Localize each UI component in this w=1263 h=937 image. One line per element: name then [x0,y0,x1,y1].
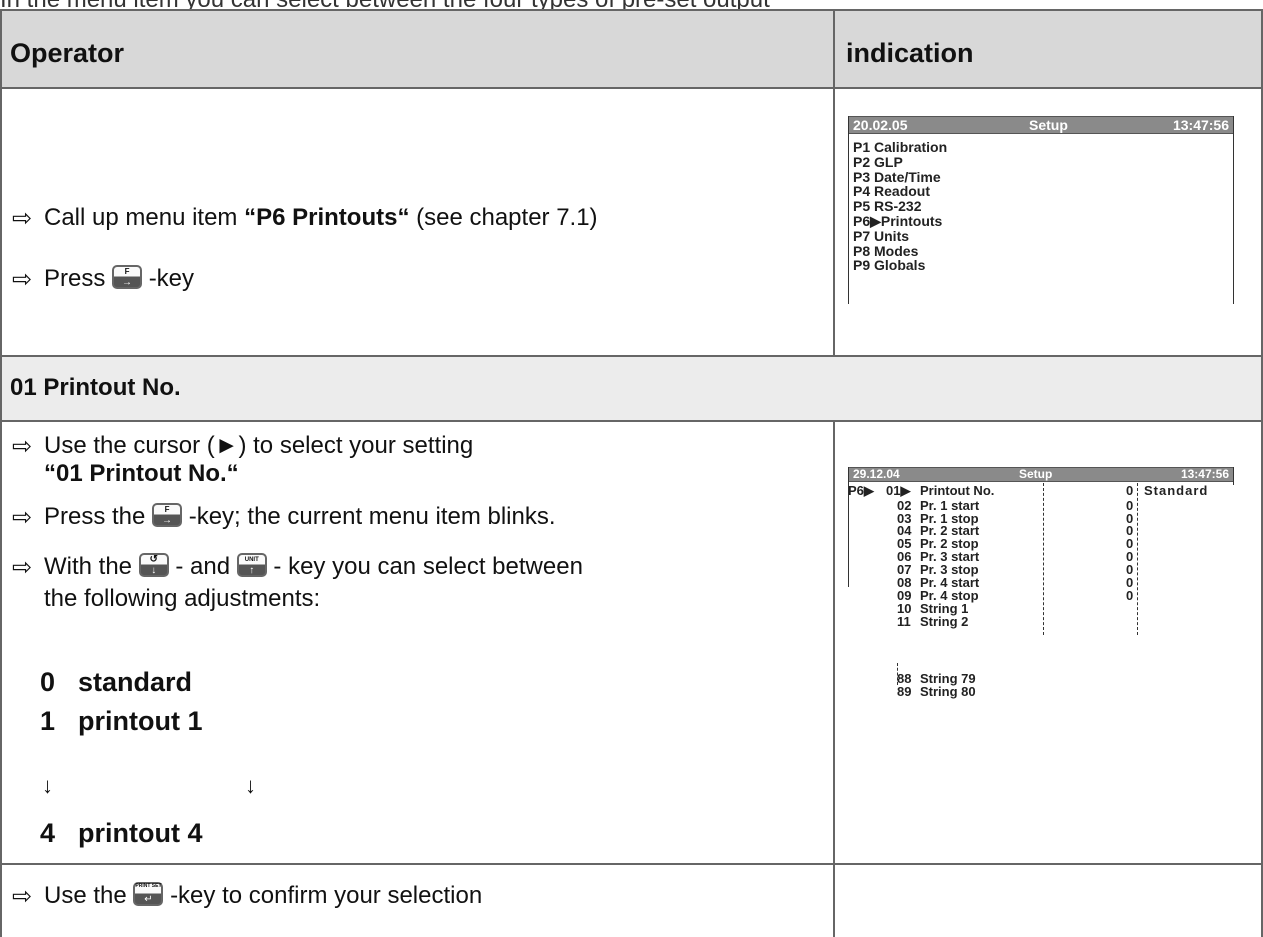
lcd-row-value: 0 [1126,588,1134,603]
row2-bottom-border [0,863,1263,865]
lcd-menu-item: P8 Modes [853,242,919,259]
f-key-icon: F → [112,265,143,289]
lcd-menu-item: P2 GLP [853,153,903,170]
lcd-row-extra: Standard [1144,483,1209,498]
bullet-arrow-icon: ⇨ [12,433,33,460]
lcd-row-code: 01▶ [886,483,911,498]
lcd-title-bar: 29.12.04 Setup 13:47:56 [848,467,1234,482]
lcd-dashed-divider [1137,483,1138,635]
bullet-arrow-icon: ⇨ [12,504,33,531]
header-operator: Operator [10,38,125,68]
lcd-menu-item: P3 Date/Time [853,168,941,185]
lcd-title-bar: 20.02.05 Setup 13:47:56 [848,116,1234,134]
lcd-menu-item: P6▶Printouts [853,213,943,229]
option-0: 0 standard [40,667,193,697]
table-header: Operator indication [0,10,1263,87]
bullet-arrow-icon: ⇨ [12,266,33,293]
lcd-menu-item: P7 Units [853,227,910,244]
bullet-arrow-icon: ⇨ [12,883,33,910]
option-1: 1 printout 1 [40,706,203,736]
column-divider-top [833,9,835,356]
header-indication: indication [846,38,974,68]
lcd-menu-item: P4 Readout [853,183,931,200]
lcd-prefix: P6▶ [848,483,874,498]
lcd-row-value: 0 [1126,483,1134,498]
section-title: 01 Printout No. [10,374,181,401]
option-4: 4 printout 4 [40,818,203,848]
lcd-screen-setup-menu: 20.02.05 Setup 13:47:56 P1 Calibration P2… [848,116,1234,304]
section-bottom-border [0,420,1263,422]
lcd-row-label: String 80 [920,684,976,699]
header-bottom-border [0,87,1263,89]
unit-key-icon: UNIT ↑ [236,553,267,577]
lcd-row-label: Printout No. [920,483,995,498]
lcd-dashed-divider [1043,483,1044,635]
lcd-menu-item: P1 Calibration [853,139,948,155]
f-key-icon: F → [152,503,183,527]
bullet-arrow-icon: ⇨ [12,205,33,232]
column-divider-bottom [833,420,835,937]
table-left-border [0,9,2,937]
lcd-screen-printouts: 29.12.04 Setup 13:47:56 P6▶ 01▶ Printout … [848,467,1234,747]
bullet-arrow-icon: ⇨ [12,554,33,581]
lcd-row-code: 89 [897,684,912,699]
tare-key-icon: ↺ ↓ [138,553,169,577]
down-arrow-icon: ↓ [42,773,53,798]
lcd-row-label: String 2 [920,614,969,629]
down-arrow-icon: ↓ [245,773,256,798]
row1-bottom-border [0,355,1263,357]
table-top-border [0,9,1263,11]
print-key-icon: PRINT SET ↵ [133,882,164,906]
section-band: 01 Printout No. [0,356,1263,420]
lcd-row-code: 11 [897,614,911,629]
lcd-menu-item: P5 RS-232 [853,198,922,215]
lcd-menu-item: P9 Globals [853,257,926,274]
